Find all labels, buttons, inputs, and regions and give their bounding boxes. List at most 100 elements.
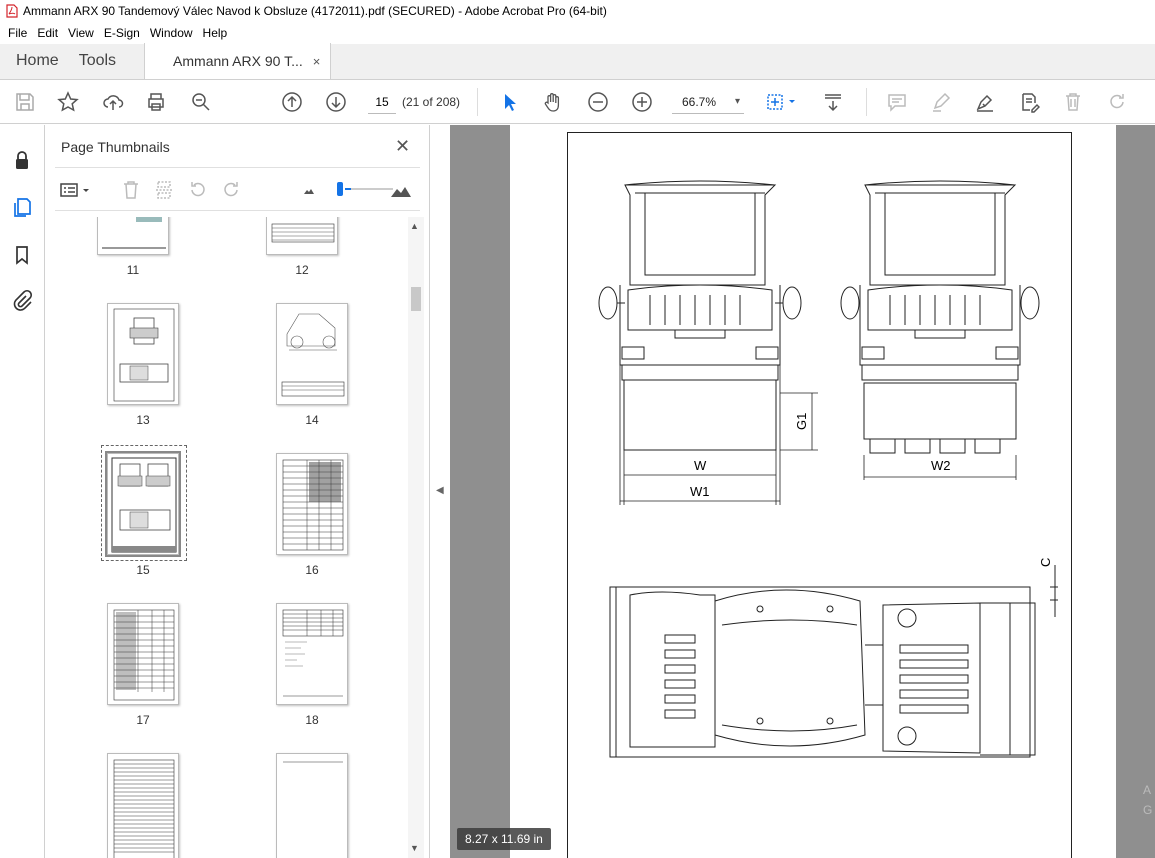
- thumbnail-list: 11 12 13 14 15 16 17 18: [45, 217, 410, 858]
- thumbnail-label: 12: [295, 263, 309, 277]
- page-preview: [283, 761, 343, 763]
- menu-bar: File Edit View E-Sign Window Help: [0, 22, 1155, 44]
- next-page-edge-text: A G: [1143, 780, 1152, 820]
- bookmark-star-icon[interactable]: [56, 90, 80, 114]
- thumbnail-scrollbar[interactable]: ▲ ▼: [408, 217, 424, 858]
- page-size-badge: 8.27 x 11.69 in: [457, 828, 551, 850]
- page-thumbnails-icon[interactable]: [10, 195, 34, 219]
- thumbnail-options-icon[interactable]: [59, 178, 93, 202]
- attachments-paperclip-icon[interactable]: [10, 288, 34, 312]
- thumbnail-label: 18: [305, 713, 319, 727]
- tab-home[interactable]: Home: [0, 43, 75, 79]
- large-thumbnails-icon[interactable]: [389, 178, 413, 202]
- page-fit-icon[interactable]: [764, 90, 802, 114]
- thumbnail-page[interactable]: [107, 303, 179, 405]
- thumbnail-page[interactable]: [276, 603, 348, 705]
- page-preview: [113, 308, 175, 402]
- page-preview: [271, 223, 335, 243]
- panel-splitter[interactable]: ◀: [430, 125, 450, 858]
- highlight-pen-icon[interactable]: [929, 90, 953, 114]
- select-cursor-icon[interactable]: [498, 90, 522, 114]
- save-icon[interactable]: [13, 90, 37, 114]
- thumbnail-page[interactable]: [107, 603, 179, 705]
- roller-front-view-left: [598, 180, 802, 451]
- extract-pages-icon[interactable]: [152, 178, 176, 202]
- page-thumbnails-panel: Page Thumbnails ✕ 11 12 13 14 15 16 17 1…: [45, 125, 430, 858]
- menu-edit[interactable]: Edit: [32, 26, 63, 40]
- comment-icon[interactable]: [885, 90, 909, 114]
- small-thumbnails-icon[interactable]: [297, 178, 321, 202]
- hand-tool-icon[interactable]: [541, 90, 565, 114]
- thumbnail-label: 11: [126, 263, 140, 277]
- close-panel-icon[interactable]: ✕: [395, 136, 410, 157]
- tab-document[interactable]: Ammann ARX 90 T... ×: [144, 43, 332, 79]
- thumbnail-label: 16: [305, 563, 319, 577]
- panel-title: Page Thumbnails: [61, 139, 170, 155]
- dimension-lines: [619, 365, 1017, 505]
- menu-window[interactable]: Window: [145, 26, 198, 40]
- label-w2: W2: [931, 458, 951, 473]
- zoom-in-icon[interactable]: [630, 90, 654, 114]
- zoom-out-icon[interactable]: [586, 90, 610, 114]
- delete-page-icon[interactable]: [119, 178, 143, 202]
- thumbnail-size-slider[interactable]: [345, 188, 393, 190]
- thumbnail-label: 13: [136, 413, 150, 427]
- next-page-icon[interactable]: [324, 90, 348, 114]
- label-g1: G1: [794, 413, 809, 430]
- thumbnail-page[interactable]: [276, 753, 348, 858]
- page-preview: [113, 759, 175, 858]
- label-w: W: [694, 458, 707, 473]
- main-toolbar: (21 of 208) 66.7% ▾: [0, 80, 1155, 124]
- roller-front-view-right: [840, 180, 1040, 454]
- thumbnail-toolbar: [55, 167, 420, 211]
- scrollbar-thumb[interactable]: [411, 287, 421, 311]
- page-preview: [282, 609, 344, 697]
- rotate-counterclockwise-icon[interactable]: [186, 178, 210, 202]
- menu-file[interactable]: File: [3, 26, 32, 40]
- delete-trash-icon[interactable]: [1061, 90, 1085, 114]
- upload-cloud-icon[interactable]: [101, 90, 125, 114]
- close-tab-icon[interactable]: ×: [313, 54, 321, 69]
- document-viewer: W W1 W2 G1 C 8.27 x 11.69 in A G: [450, 125, 1155, 858]
- thumbnail-page[interactable]: [276, 303, 348, 405]
- lock-icon[interactable]: [10, 149, 34, 173]
- page-preview: [281, 313, 345, 397]
- print-icon[interactable]: [144, 90, 168, 114]
- page-number-input[interactable]: [368, 90, 396, 114]
- zoom-dropdown[interactable]: 66.7% ▾: [672, 90, 744, 114]
- thumbnail-page[interactable]: [97, 217, 169, 255]
- page-preview: [111, 457, 177, 553]
- page-count: (21 of 208): [402, 95, 461, 109]
- tab-tools[interactable]: Tools: [75, 43, 132, 79]
- label-c: C: [1038, 558, 1053, 567]
- previous-page-icon[interactable]: [280, 90, 304, 114]
- page-preview: [102, 217, 166, 249]
- menu-help[interactable]: Help: [198, 26, 233, 40]
- zoom-search-icon[interactable]: [189, 90, 213, 114]
- left-navigation-rail: [0, 125, 45, 858]
- thumbnail-page[interactable]: [266, 217, 338, 255]
- thumbnail-label: 17: [136, 713, 150, 727]
- redo-icon[interactable]: [1105, 90, 1129, 114]
- menu-esign[interactable]: E-Sign: [99, 26, 145, 40]
- zoom-value: 66.7%: [682, 94, 717, 109]
- technical-drawing: W W1 W2 G1 C: [598, 180, 1058, 758]
- thumbnail-page-selected[interactable]: [107, 453, 179, 555]
- scroll-down-icon[interactable]: ▼: [410, 843, 419, 853]
- menu-view[interactable]: View: [63, 26, 99, 40]
- rotate-clockwise-icon[interactable]: [219, 178, 243, 202]
- edit-pdf-icon[interactable]: [1017, 90, 1041, 114]
- page-preview: [113, 609, 175, 701]
- scroll-mode-icon[interactable]: [821, 90, 845, 114]
- scroll-up-icon[interactable]: ▲: [410, 221, 419, 231]
- thumbnail-label: 15: [136, 563, 150, 577]
- edge-letter: G: [1143, 803, 1153, 817]
- thumbnail-page[interactable]: [276, 453, 348, 555]
- bookmarks-icon[interactable]: [10, 243, 34, 267]
- fill-sign-pen-icon[interactable]: [973, 90, 997, 114]
- label-w1: W1: [690, 484, 710, 499]
- slider-handle[interactable]: [337, 182, 343, 196]
- thumbnail-page[interactable]: [107, 753, 179, 858]
- collapse-panel-icon[interactable]: ◀: [436, 485, 444, 496]
- document-tab-label: Ammann ARX 90 T...: [173, 53, 303, 69]
